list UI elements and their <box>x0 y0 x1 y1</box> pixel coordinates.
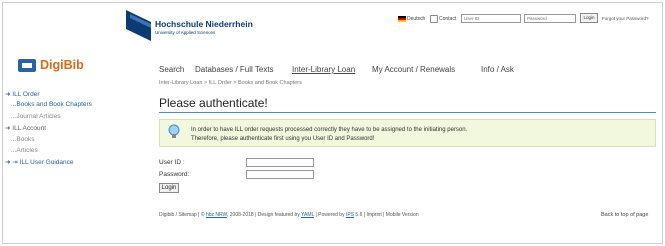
nav-info-ask[interactable]: Info / Ask <box>481 65 514 74</box>
forgot-password-link[interactable]: Forgot your Password? <box>602 16 649 21</box>
user-id-label: User ID : <box>159 159 185 166</box>
header-user-id-input[interactable] <box>461 14 521 23</box>
footer-text: , 2008-2018 | Design featured by <box>226 212 302 218</box>
university-logo-icon <box>126 10 151 41</box>
footer-text: Digibib / Sitemap | © <box>159 212 206 218</box>
sidebar-item-label: ILL Account <box>12 125 46 132</box>
lightbulb-icon <box>168 124 180 138</box>
nav-my-account[interactable]: My Account / Renewals <box>372 65 455 74</box>
nav-inter-library-loan[interactable]: Inter-Library Loan <box>292 65 355 74</box>
info-box: In order to have ILL order requests proc… <box>159 119 656 147</box>
digibib-brand[interactable]: DigiBib <box>40 58 84 72</box>
sidebar-item-ill-order[interactable]: ➜ ILL Order <box>5 90 39 98</box>
sidebar-item-articles[interactable]: ...Articles <box>11 147 38 154</box>
footer-text: | Powered by <box>314 212 346 218</box>
sidebar-item-ill-user-guidance[interactable]: ➜ ⇥ ILL User Guidance <box>5 158 74 166</box>
yaml-link[interactable]: YAML <box>301 212 314 218</box>
german-flag-icon[interactable] <box>398 16 406 22</box>
breadcrumb: Inter-Library Loan > ILL Order > Books a… <box>159 80 302 86</box>
back-to-top-link[interactable]: Back to top of page <box>601 212 648 218</box>
password-label: Password: <box>159 171 190 178</box>
contact-link[interactable]: Contact <box>439 16 456 22</box>
sidebar-item-books-chapters[interactable]: ...Books and Book Chapters <box>11 101 92 108</box>
arrow-right-icon: ➜ <box>5 125 11 132</box>
university-name[interactable]: Hochschule Niederrhein <box>155 19 253 29</box>
info-text-line2: Therefore, please authenticate first usi… <box>191 136 375 142</box>
sidebar-item-label: ILL Order <box>12 91 40 98</box>
footer-text: 5.6 | Imprint | Mobile Version <box>354 212 419 218</box>
sidebar-item-journal-articles[interactable]: ...Journal Articles <box>11 113 61 120</box>
login-button[interactable]: Login <box>159 183 179 193</box>
info-text-line1: In order to have ILL order requests proc… <box>191 127 468 133</box>
top-header: Hochschule Niederrhein University of App… <box>3 3 662 49</box>
page-frame: Hochschule Niederrhein University of App… <box>2 2 663 244</box>
password-input[interactable] <box>246 170 314 179</box>
nav-databases[interactable]: Databases / Full Texts <box>195 65 274 74</box>
footer: Digibib / Sitemap | © hbz NRW, 2008-2018… <box>159 212 419 218</box>
nav-search[interactable]: Search <box>159 65 184 74</box>
header-login-button[interactable]: Login <box>580 13 598 23</box>
title-divider <box>159 112 656 113</box>
contact-icon[interactable] <box>430 15 438 23</box>
arrow-right-icon: ➜ <box>5 159 11 166</box>
page-title: Please authenticate! <box>159 96 268 110</box>
university-subtitle: University of Applied Sciences <box>155 30 216 35</box>
digibib-icon <box>18 59 36 72</box>
header-password-input[interactable] <box>524 14 576 23</box>
hbz-link[interactable]: hbz NRW <box>206 212 227 218</box>
ips-link[interactable]: IPS <box>346 212 354 218</box>
user-id-input[interactable] <box>246 158 314 167</box>
sidebar-item-label: ILL User Guidance <box>19 159 74 166</box>
sidebar-item-books[interactable]: ...Books <box>11 136 34 143</box>
sidebar-item-ill-account[interactable]: ➜ ILL Account <box>5 124 46 132</box>
external-link-icon: ⇥ <box>12 159 18 166</box>
language-link[interactable]: Deutsch <box>407 16 425 22</box>
arrow-right-icon: ➜ <box>5 91 11 98</box>
